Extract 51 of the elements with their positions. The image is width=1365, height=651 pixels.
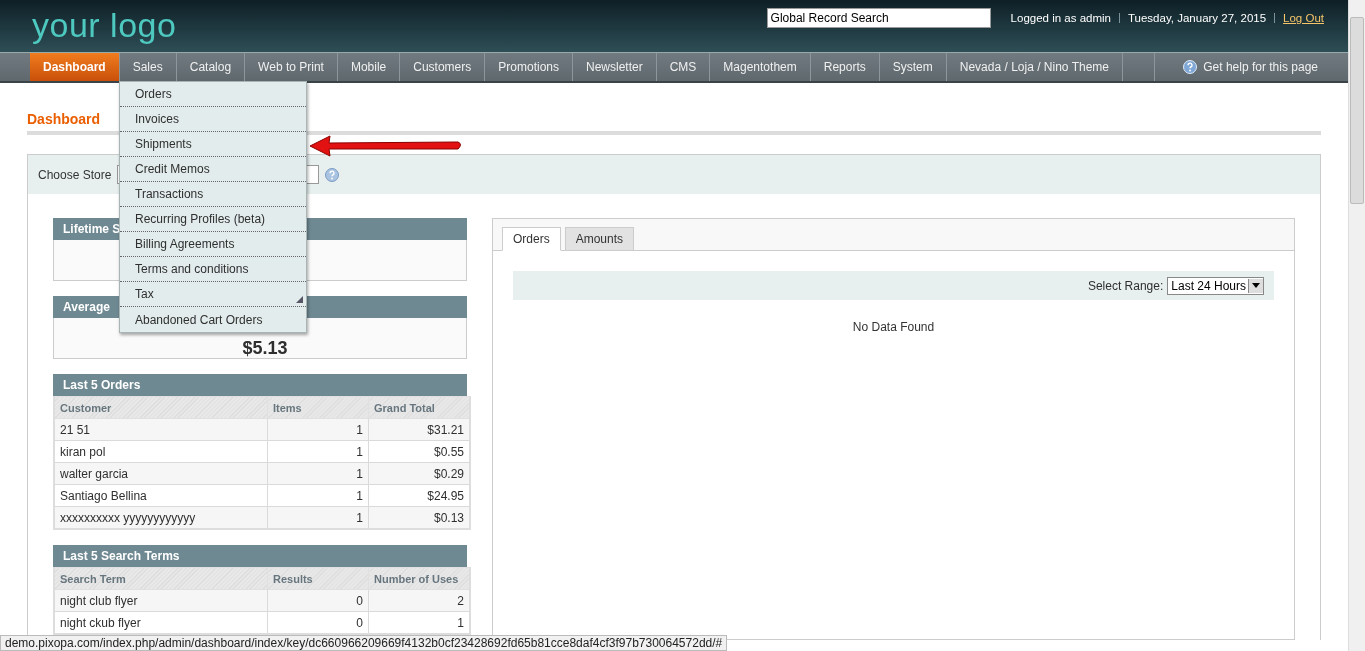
submenu-icon [296,296,303,303]
tab[interactable]: Orders [502,227,561,251]
column-header: Search Term [54,567,268,590]
logo: your logo [32,6,177,45]
average-value: $5.13 [242,339,288,357]
nav-tab[interactable]: System [879,53,947,81]
table-cell: kiran pol [54,440,268,463]
menu-item[interactable]: Tax [120,282,306,307]
table-cell: 21 51 [54,418,268,441]
store-label: Choose Store [38,167,112,182]
table-cell: night club flyer [54,589,268,612]
nav-tab[interactable]: Mobile [337,53,401,81]
menu-item[interactable]: Credit Memos [120,157,306,182]
column-header: Customer [54,396,268,419]
table-cell: Santiago Bellina [54,484,268,507]
column-header: Number of Uses [368,567,470,590]
panel-header: Last 5 Search Terms [53,545,467,567]
search-field[interactable]: Global Record Search [766,8,991,28]
menu-item[interactable]: Billing Agreements [120,232,306,257]
date-label: Tuesday, January 27, 2015 [1128,12,1267,24]
user-label: Logged in as admin [1010,12,1111,24]
column-header: Items [267,396,369,419]
nav-tab[interactable]: CMS [656,53,711,81]
nav-tab[interactable]: Dashboard [30,53,120,81]
column-header: Results [267,567,369,590]
nav-tab[interactable]: Promotions [485,53,573,81]
empty-message: No Data Found [852,320,935,334]
nav-tab[interactable]: Customers [400,53,486,81]
caret-icon [1252,283,1260,288]
menu-item[interactable]: Transactions [120,182,306,207]
scrollbar[interactable] [1348,0,1365,651]
logout-link[interactable]: Log Out [1283,12,1324,24]
table-cell: night ckub flyer [54,611,268,634]
nav-tab[interactable]: Newsletter [573,53,657,81]
range-select[interactable]: Last 24 Hours [1167,276,1264,295]
menu-item[interactable]: Recurring Profiles (beta) [120,207,306,232]
table-cell: xxxxxxxxxx yyyyyyyyyyyy [54,506,268,529]
help-icon[interactable] [325,167,340,182]
nav-tab[interactable]: Nevada / Loja / Nino Theme [946,53,1123,81]
help-icon [1183,60,1198,74]
table-cell: walter garcia [54,462,268,485]
menu-item[interactable]: Invoices [120,107,306,132]
range-label: Select Range: [1087,278,1164,293]
status-bar: demo.pixopa.com/index.php/admin/dashboard/index/key/dc660966209669f4132b0cf23428692fd65b81cce8daf4cf3f97b730064572dd/# [0,635,728,651]
panel-header: Last 5 Orders [53,374,467,396]
nav-tab[interactable]: Reports [810,53,880,81]
menu-item[interactable]: Shipments [120,132,306,157]
nav-tab[interactable]: Magentothem [710,53,811,81]
tab[interactable]: Amounts [564,227,635,251]
column-header: Grand Total [368,396,470,419]
menu-item[interactable]: Orders [120,82,306,107]
